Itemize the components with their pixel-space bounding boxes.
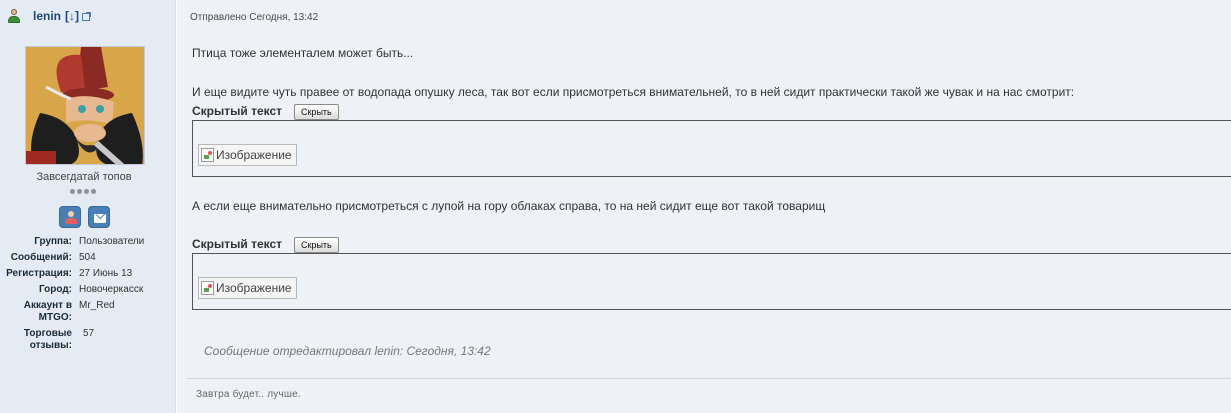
broken-image[interactable]: Изображение xyxy=(198,144,297,166)
rank-pips xyxy=(70,189,96,194)
user-sidebar: lenin [↓] Завсегдатай топов Группа: Поль… xyxy=(0,0,176,413)
info-label: Регистрация: xyxy=(6,268,72,279)
post-paragraph: И еще видите чуть правее от водопада опу… xyxy=(192,85,1075,99)
info-value: 504 xyxy=(79,252,96,263)
post-paragraph: А если еще внимательно присмотреться с л… xyxy=(192,199,826,213)
username-link[interactable]: lenin xyxy=(33,9,61,23)
post-paragraph: Птица тоже элементалем может быть... xyxy=(192,46,414,60)
spoiler-label: Скрытый текст xyxy=(192,237,283,251)
rank-pip xyxy=(70,189,75,194)
username-suffix: [↓] xyxy=(65,9,80,23)
info-value: 27 Июнь 13 xyxy=(79,268,133,279)
broken-image-icon xyxy=(201,281,214,295)
info-label: Торговые отзывы: xyxy=(23,328,72,351)
info-label: Сообщений: xyxy=(10,252,72,263)
info-row-mtgo: Аккаунт в MTGO: Mr_Red xyxy=(0,300,176,324)
envelope-icon xyxy=(94,214,106,223)
post-date: Отправлено Сегодня, 13:42 xyxy=(190,12,319,23)
spoiler-toggle-button[interactable]: Скрыть xyxy=(294,237,339,253)
user-info-list: Группа: Пользователи Сообщений: 504 Реги… xyxy=(0,236,176,356)
avatar xyxy=(25,46,145,165)
info-row-city: Город: Новочеркасск xyxy=(0,284,176,296)
spoiler-content: Изображение xyxy=(192,120,1231,177)
info-value: Новочеркасск xyxy=(79,284,144,295)
spoiler-content: Изображение xyxy=(192,253,1231,310)
edit-note: Сообщение отредактировал lenin: Сегодня,… xyxy=(204,344,491,358)
user-rank: Завсегдатай топов xyxy=(36,171,132,183)
info-row-registration: Регистрация: 27 Июнь 13 xyxy=(0,268,176,280)
broken-image-icon xyxy=(201,148,214,162)
post-body: Отправлено Сегодня, 13:42 Птица тоже эле… xyxy=(177,0,1231,413)
broken-image[interactable]: Изображение xyxy=(198,277,297,299)
rank-pip xyxy=(77,189,82,194)
rank-pip xyxy=(91,189,96,194)
info-label: Аккаунт в MTGO: xyxy=(23,300,72,323)
profile-button[interactable] xyxy=(59,206,81,228)
info-row-group: Группа: Пользователи xyxy=(0,236,176,248)
rank-pip xyxy=(84,189,89,194)
signature-divider xyxy=(187,378,1231,379)
external-link-icon[interactable] xyxy=(82,12,92,21)
spoiler-toggle-button[interactable]: Скрыть xyxy=(294,104,339,120)
info-value: 57 xyxy=(83,328,95,339)
info-value: Mr_Red xyxy=(79,300,115,311)
spoiler-label: Скрытый текст xyxy=(192,104,283,118)
info-row-posts: Сообщений: 504 xyxy=(0,252,176,264)
info-value: Пользователи xyxy=(79,236,145,247)
user-header: lenin [↓] xyxy=(6,7,92,25)
image-alt-text: Изображение xyxy=(216,148,292,162)
info-label: Город: xyxy=(38,284,72,295)
info-row-trade-feedback: Торговые отзывы: 57 xyxy=(0,328,176,352)
send-message-button[interactable] xyxy=(88,206,110,228)
image-alt-text: Изображение xyxy=(216,281,292,295)
user-icon xyxy=(6,8,22,24)
signature: Завтра будет.. лучше. xyxy=(196,389,301,400)
info-label: Группа: xyxy=(34,236,72,247)
